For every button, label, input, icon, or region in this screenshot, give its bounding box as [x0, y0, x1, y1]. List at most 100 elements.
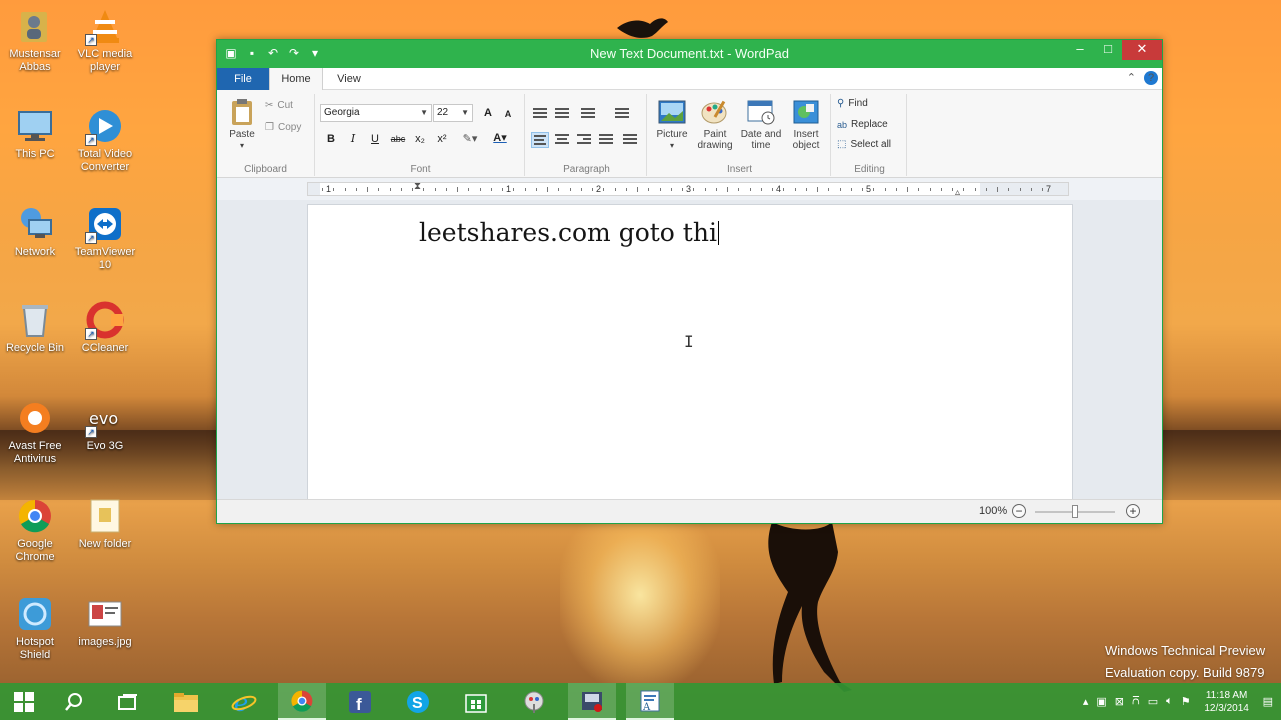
date-time-button[interactable]: Date and time — [737, 98, 785, 151]
superscript-button[interactable]: x² — [433, 130, 451, 148]
font-size-select[interactable]: 22 ▼ — [433, 104, 473, 122]
increase-indent-icon[interactable] — [553, 106, 571, 122]
document-text[interactable]: leetshares.com goto thi — [419, 218, 719, 247]
taskbar-internet-explorer[interactable]: e — [220, 683, 268, 720]
desktop-icon-chrome[interactable]: Google Chrome — [0, 496, 70, 564]
shrink-font-button[interactable]: A — [499, 105, 517, 123]
desktop-icon-avast[interactable]: Avast Free Antivirus — [0, 398, 70, 466]
user-folder-icon — [15, 6, 55, 46]
tab-home[interactable]: Home — [269, 68, 323, 91]
task-view-button[interactable] — [104, 683, 152, 720]
cut-button[interactable]: ✂ Cut — [265, 100, 293, 111]
desktop-icon-images-jpg[interactable]: images.jpg — [70, 594, 140, 649]
desktop-icon-evo[interactable]: evo ↗ Evo 3G — [70, 398, 140, 453]
picture-button[interactable]: Picture ▾ — [651, 98, 693, 151]
tray-volume-icon[interactable]: 🔈︎ — [1166, 695, 1173, 708]
collapse-ribbon-icon[interactable]: ⌃ — [1127, 71, 1136, 85]
ruler-left-margin — [308, 183, 320, 195]
strikethrough-button[interactable]: abc — [387, 130, 409, 148]
ruler-tick — [592, 188, 593, 191]
hotspot-shield-icon — [15, 594, 55, 634]
desktop-icon-label: Recycle Bin — [5, 342, 65, 354]
minimize-button[interactable]: – — [1066, 40, 1094, 60]
sun-reflection — [560, 500, 720, 690]
search-button[interactable] — [50, 683, 98, 720]
taskbar-wordpad[interactable]: A — [626, 683, 674, 720]
desktop-icon-recycle-bin[interactable]: Recycle Bin — [0, 300, 70, 355]
right-indent-marker-icon[interactable]: ▵ — [955, 187, 960, 198]
insert-object-button[interactable]: Insert object — [785, 98, 827, 151]
replace-button[interactable]: ab Replace — [837, 119, 888, 130]
subscript-button[interactable]: x₂ — [411, 130, 429, 148]
tray-wifi-icon[interactable]: ⩃ — [1132, 695, 1140, 708]
taskbar-file-explorer[interactable] — [162, 683, 210, 720]
text-color-icon[interactable]: A▾ — [487, 129, 513, 147]
zoom-slider-thumb[interactable] — [1072, 505, 1078, 518]
paragraph-settings-icon[interactable] — [621, 132, 639, 148]
decrease-indent-icon[interactable] — [531, 106, 549, 122]
justify-icon[interactable] — [597, 132, 615, 148]
show-hidden-icons-icon[interactable]: ▴ — [1083, 695, 1089, 708]
desktop-icon-user[interactable]: Mustensar Abbas — [0, 6, 70, 74]
zoom-in-button[interactable]: + — [1126, 504, 1140, 518]
line-spacing-icon[interactable] — [613, 106, 631, 122]
desktop-icon-hotspot-shield[interactable]: Hotspot Shield — [0, 594, 70, 662]
indent-marker-icon[interactable]: ⧗ — [414, 181, 421, 192]
zoom-out-button[interactable]: − — [1012, 504, 1026, 518]
paste-button[interactable]: Paste ▾ — [225, 98, 259, 151]
action-center-icon[interactable]: ▤ — [1263, 695, 1273, 708]
desktop-icon-ccleaner[interactable]: ↗ CCleaner — [70, 300, 140, 355]
store-icon — [465, 693, 487, 713]
taskbar-recorder[interactable] — [568, 683, 616, 720]
find-button[interactable]: ⚲ Find — [837, 98, 868, 109]
font-family-select[interactable]: Georgia ▼ — [320, 104, 432, 122]
grow-font-button[interactable]: A — [479, 104, 497, 122]
desktop-icon-teamviewer[interactable]: ↗ TeamViewer 10 — [70, 204, 140, 272]
desktop-icon-total-video-converter[interactable]: ↗ Total Video Converter — [70, 106, 140, 174]
ruler-number: 1 — [326, 184, 332, 194]
desktop-icon-this-pc[interactable]: This PC — [0, 106, 70, 161]
taskbar-skype[interactable]: S — [394, 683, 442, 720]
paint-label-line-2: drawing — [697, 140, 733, 151]
help-icon[interactable]: ? — [1144, 71, 1158, 85]
picture-dropdown-icon[interactable]: ▾ — [651, 140, 693, 151]
image-file-icon — [85, 594, 125, 634]
ruler[interactable]: 1 ⧗ 1 2 3 4 5 ▵ 6 7 — [307, 181, 1069, 198]
underline-button[interactable]: U — [366, 130, 384, 148]
tray-flag-icon[interactable]: ⚑ — [1181, 695, 1191, 708]
align-left-icon[interactable] — [531, 132, 549, 148]
desktop-icon-new-folder[interactable]: New folder — [70, 496, 140, 551]
start-button[interactable] — [0, 683, 48, 720]
tab-file[interactable]: File — [217, 68, 269, 90]
maximize-button[interactable]: □ — [1094, 40, 1122, 60]
document-area[interactable]: leetshares.com goto thi I — [217, 200, 1162, 499]
taskbar-store[interactable] — [452, 683, 500, 720]
select-all-button[interactable]: ⬚ Select all — [837, 139, 891, 150]
align-right-icon[interactable] — [575, 132, 593, 148]
video-converter-icon: ↗ — [85, 106, 125, 146]
paste-icon — [227, 98, 257, 126]
tab-view[interactable]: View — [325, 68, 373, 90]
highlight-color-icon[interactable]: ✎▾ — [457, 130, 483, 148]
taskbar-clock[interactable]: 11:18 AM 12/3/2014 — [1199, 689, 1255, 715]
tray-network-icon[interactable]: ⊠ — [1115, 695, 1124, 708]
desktop-icon-network[interactable]: Network — [0, 204, 70, 259]
tray-battery-icon[interactable]: ▭ — [1148, 695, 1158, 708]
document-page[interactable]: leetshares.com goto thi I — [307, 204, 1073, 499]
bullets-icon[interactable] — [579, 106, 597, 122]
copy-button[interactable]: ❐ Copy — [265, 122, 301, 133]
shortcut-arrow-icon: ↗ — [85, 232, 97, 244]
wordpad-window[interactable]: ▣ ▪ ↶ ↷ ▾ New Text Document.txt - WordPa… — [216, 39, 1163, 524]
paint-drawing-button[interactable]: Paint drawing — [693, 98, 737, 151]
title-bar[interactable]: ▣ ▪ ↶ ↷ ▾ New Text Document.txt - WordPa… — [217, 40, 1162, 68]
tray-app-icon[interactable]: ▣ — [1096, 695, 1106, 708]
taskbar-chrome[interactable] — [278, 683, 326, 720]
taskbar-paint-tool[interactable] — [510, 683, 558, 720]
paste-dropdown-icon[interactable]: ▾ — [225, 140, 259, 151]
taskbar-facebook[interactable]: f — [336, 683, 384, 720]
align-center-icon[interactable] — [553, 132, 571, 148]
close-button[interactable]: ✕ — [1122, 40, 1162, 60]
italic-button[interactable]: I — [344, 130, 362, 148]
desktop-icon-vlc[interactable]: ↗ VLC media player — [70, 6, 140, 74]
bold-button[interactable]: B — [322, 130, 340, 148]
